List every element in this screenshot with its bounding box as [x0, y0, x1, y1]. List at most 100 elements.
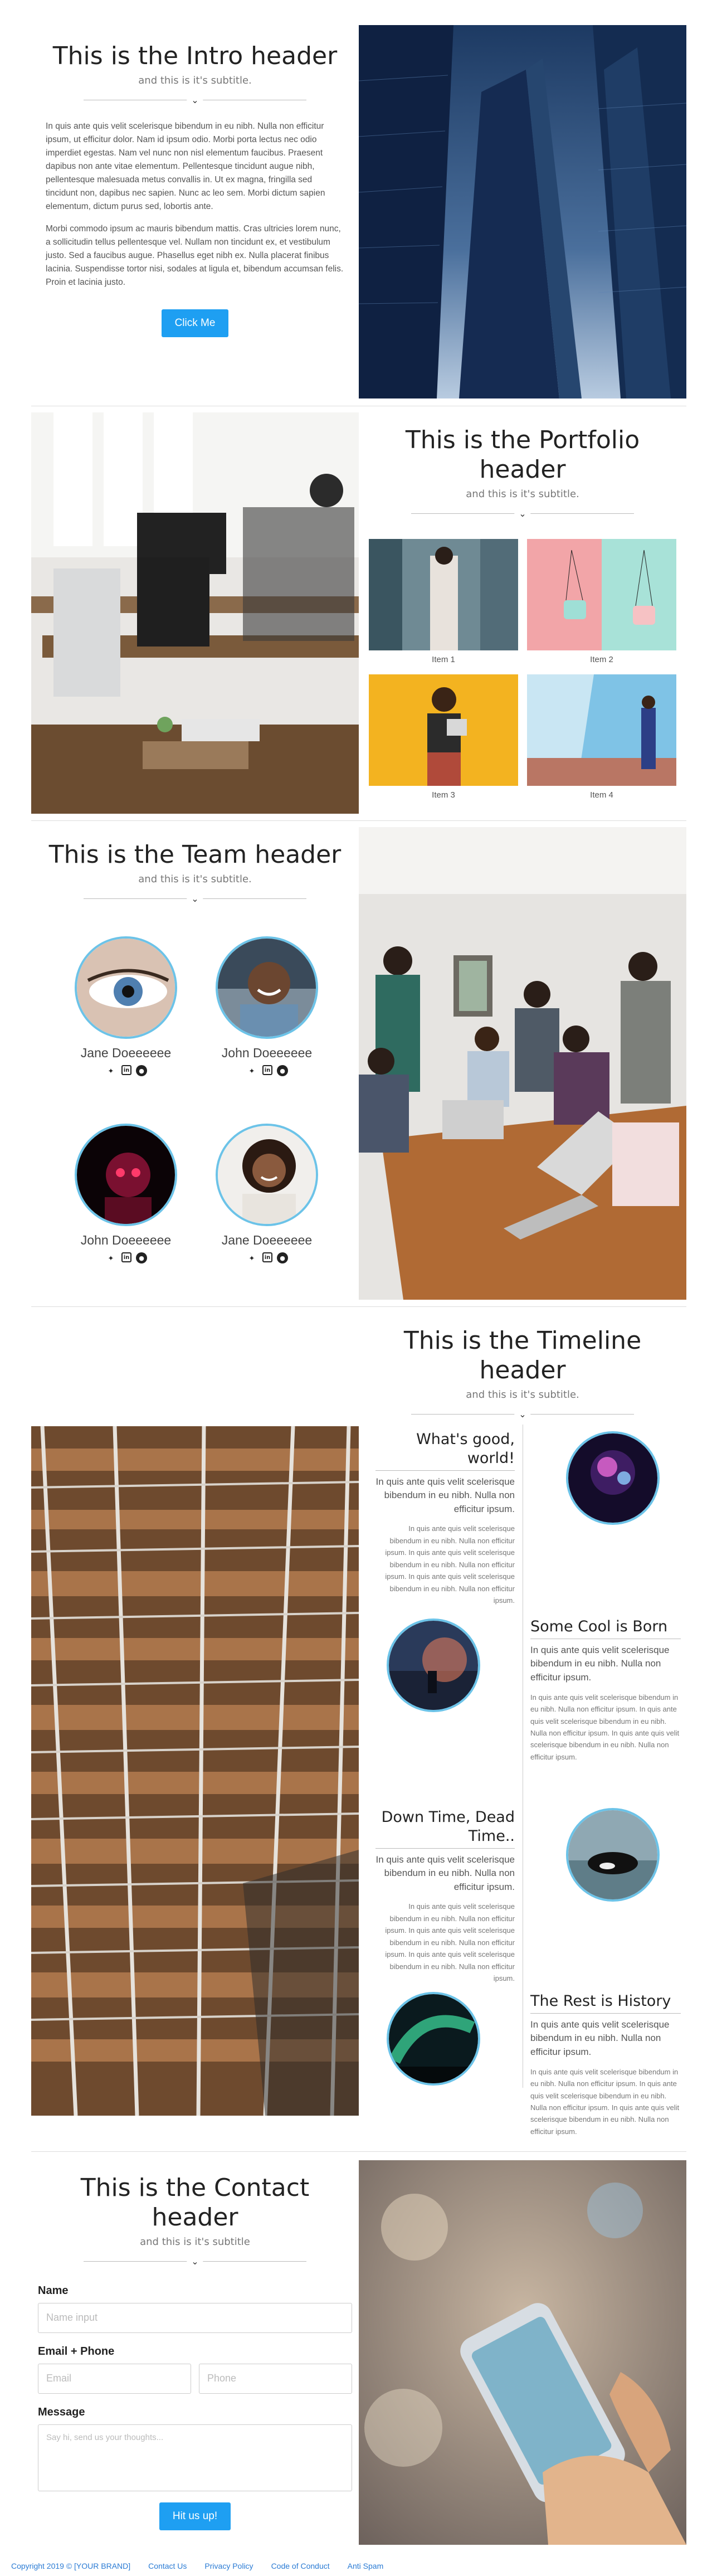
portfolio-item[interactable]: Item 1 [369, 539, 518, 664]
footer: Copyright 2019 © [YOUR BRAND] Contact Us… [11, 2562, 383, 2570]
github-icon[interactable]: ● [277, 1065, 288, 1076]
timeline-image-sunset [387, 1618, 480, 1712]
twitter-icon[interactable]: ✦ [246, 1065, 258, 1077]
timeline-content: This is the Timeline header and this is … [359, 1313, 686, 2136]
timeline-entry: The Rest is History In quis ante quis ve… [530, 1992, 681, 2137]
section-separator [31, 1306, 686, 1307]
timeline-entry-title: The Rest is History [530, 1992, 681, 2014]
team-header: This is the Team header [48, 840, 342, 869]
portfolio-section: This is the Portfolio header and this is… [31, 412, 686, 814]
message-textarea[interactable]: Say hi, send us your thoughts... [38, 2424, 352, 2491]
phone-input[interactable]: Phone [199, 2363, 352, 2394]
portfolio-image-office [31, 412, 359, 814]
contact-section: This is the Contact header and this is i… [31, 2160, 686, 2545]
timeline-entry-text: In quis ante quis velit scelerisque bibe… [530, 1693, 680, 1761]
team-subtitle: and this is it's subtitle. [138, 873, 252, 885]
social-links: ✦ in ● [211, 1252, 323, 1265]
chevron-down-icon: ⌄ [187, 893, 203, 904]
contact-header: This is the Contact header [80, 2174, 310, 2232]
timeline-entry-lead: In quis ante quis velit scelerisque bibe… [375, 1854, 515, 1892]
footer-copyright: Copyright 2019 © [YOUR BRAND] [11, 2562, 131, 2570]
timeline-entry-lead: In quis ante quis velit scelerisque bibe… [530, 2019, 670, 2058]
team-member[interactable]: Jane Doeeeeee ✦ in ● [211, 1124, 323, 1265]
footer-link-code-of-conduct[interactable]: Code of Conduct [271, 2562, 330, 2570]
timeline-entry: Some Cool is Born In quis ante quis veli… [530, 1617, 681, 1763]
portfolio-divider: ⌄ [411, 508, 634, 521]
intro-header: This is the Intro header [52, 42, 338, 70]
team-member[interactable]: John Doeeeeee ✦ in ● [70, 1124, 182, 1265]
hit-us-up-button[interactable]: Hit us up! [159, 2502, 231, 2530]
portfolio-item-image [369, 674, 518, 786]
footer-link-anti-spam[interactable]: Anti Spam [348, 2562, 384, 2570]
linkedin-icon[interactable]: in [121, 1252, 131, 1262]
social-links: ✦ in ● [70, 1065, 182, 1077]
github-icon[interactable]: ● [136, 1065, 147, 1076]
intro-image-skyscrapers [359, 25, 686, 398]
chevron-down-icon: ⌄ [514, 1408, 531, 1420]
footer-link-privacy-policy[interactable]: Privacy Policy [204, 2562, 253, 2570]
email-input[interactable]: Email [38, 2363, 191, 2394]
twitter-icon[interactable]: ✦ [105, 1065, 117, 1077]
social-links: ✦ in ● [70, 1252, 182, 1265]
portfolio-item-caption: Item 3 [432, 790, 455, 800]
github-icon[interactable]: ● [277, 1252, 288, 1263]
portfolio-item[interactable]: Item 4 [527, 674, 676, 800]
contact-divider: ⌄ [84, 2256, 306, 2269]
portfolio-item-image [527, 539, 676, 650]
timeline-entry-title: Down Time, Dead Time.. [375, 1808, 515, 1849]
social-links: ✦ in ● [211, 1065, 323, 1077]
portfolio-item[interactable]: Item 2 [527, 539, 676, 664]
message-label: Message [38, 2405, 85, 2418]
timeline-image-fireworks [566, 1431, 660, 1525]
team-divider: ⌄ [84, 893, 306, 906]
avatar [75, 936, 177, 1039]
timeline-entry-lead: In quis ante quis velit scelerisque bibe… [375, 1476, 515, 1514]
timeline-entry-title: Some Cool is Born [530, 1617, 681, 1639]
chevron-down-icon: ⌄ [514, 508, 531, 519]
portfolio-item[interactable]: Item 3 [369, 674, 518, 800]
timeline-image-orca [566, 1808, 660, 1902]
portfolio-content: This is the Portfolio header and this is… [359, 412, 686, 814]
intro-paragraph-1: In quis ante quis velit scelerisque bibe… [46, 121, 325, 211]
github-icon[interactable]: ● [136, 1252, 147, 1263]
intro-content: This is the Intro header and this is it'… [31, 25, 359, 402]
chevron-down-icon: ⌄ [187, 94, 203, 105]
timeline-header: This is the Timeline header [403, 1326, 642, 1384]
team-section: This is the Team header and this is it's… [31, 827, 686, 1300]
chevron-down-icon: ⌄ [187, 2256, 203, 2267]
timeline-entry: Down Time, Dead Time.. In quis ante quis… [375, 1808, 515, 1984]
intro-section: This is the Intro header and this is it'… [31, 25, 686, 402]
portfolio-item-image [369, 539, 518, 650]
timeline-entry-text: In quis ante quis velit scelerisque bibe… [530, 2067, 680, 2136]
portfolio-item-caption: Item 2 [590, 655, 613, 664]
linkedin-icon[interactable]: in [121, 1065, 131, 1075]
team-member[interactable]: John Doeeeeee ✦ in ● [211, 936, 323, 1077]
intro-subtitle: and this is it's subtitle. [138, 74, 252, 86]
portfolio-subtitle: and this is it's subtitle. [466, 488, 579, 500]
twitter-icon[interactable]: ✦ [105, 1252, 117, 1265]
portfolio-item-caption: Item 1 [432, 655, 455, 664]
name-label: Name [38, 2284, 69, 2297]
team-member-name: John Doeeeeee [221, 1046, 313, 1060]
timeline-entry-text: In quis ante quis velit scelerisque bibe… [385, 1524, 515, 1605]
click-me-button[interactable]: Click Me [161, 309, 229, 337]
team-member[interactable]: Jane Doeeeeee ✦ in ● [70, 936, 182, 1077]
contact-image-phone [359, 2160, 686, 2545]
name-input[interactable]: Name input [38, 2302, 352, 2333]
intro-paragraph-2: Morbi commodo ipsum ac mauris bibendum m… [46, 223, 344, 287]
email-phone-label: Email + Phone [38, 2345, 115, 2358]
contact-subtitle: and this is it's subtitle [140, 2235, 250, 2248]
section-separator [31, 820, 686, 821]
avatar [216, 1124, 318, 1226]
linkedin-icon[interactable]: in [262, 1065, 272, 1075]
team-member-name: Jane Doeeeeee [221, 1233, 313, 1247]
team-image-meeting [359, 827, 686, 1300]
twitter-icon[interactable]: ✦ [246, 1252, 258, 1265]
intro-divider: ⌄ [84, 94, 306, 108]
timeline-image-aurora [387, 1992, 480, 2086]
contact-content: This is the Contact header and this is i… [31, 2160, 359, 2545]
team-content: This is the Team header and this is it's… [31, 827, 359, 1300]
linkedin-icon[interactable]: in [262, 1252, 272, 1262]
footer-link-contact-us[interactable]: Contact Us [148, 2562, 187, 2570]
timeline-image-scaffolding [31, 1426, 359, 2116]
